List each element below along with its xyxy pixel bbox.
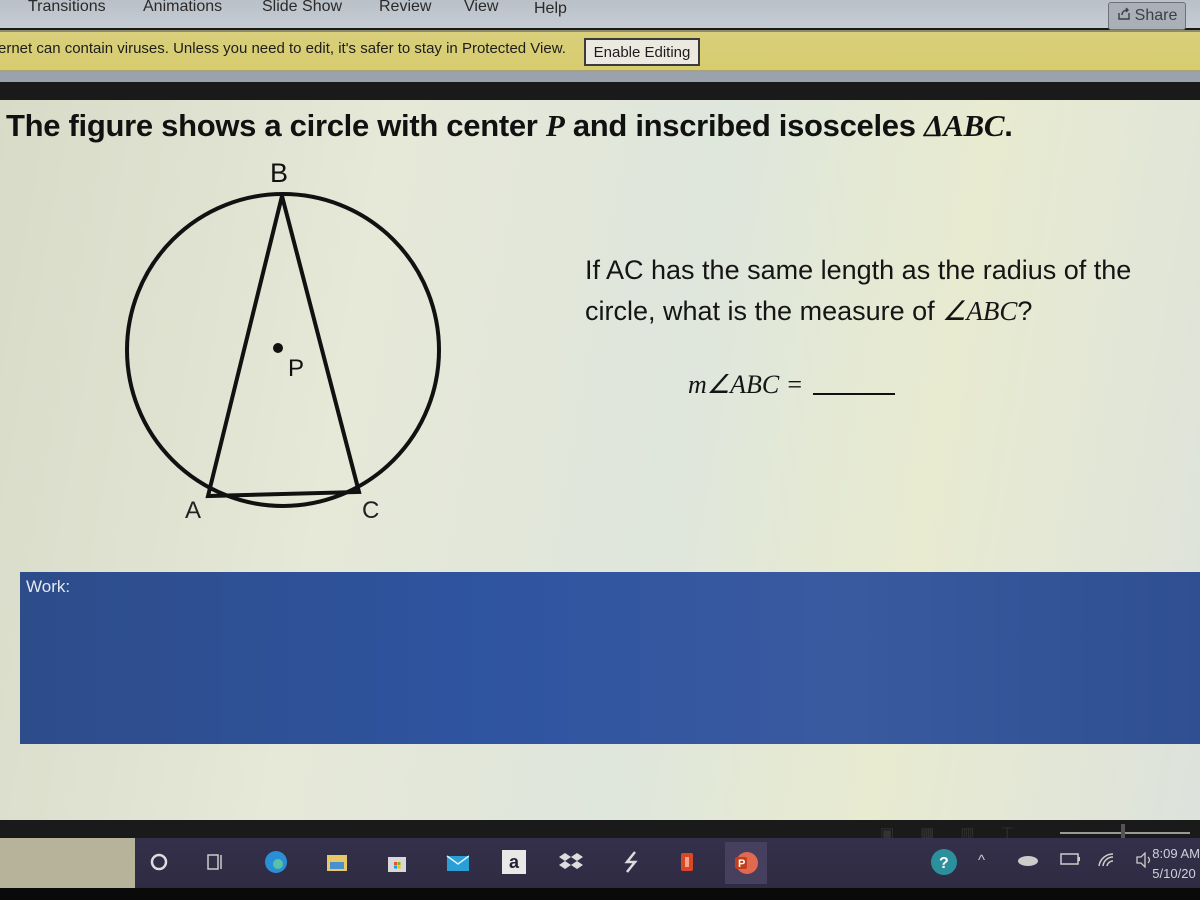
title-text-2: and inscribed isosceles xyxy=(564,108,925,143)
circle-triangle-figure: B P A C xyxy=(100,150,480,540)
clock-time: 8:09 AM xyxy=(1152,846,1200,861)
clock-date: 5/10/20 xyxy=(1152,866,1196,881)
taskbar: a P ? ^ 8:09 AM 5/10/20 xyxy=(135,838,1200,888)
share-button[interactable]: Share xyxy=(1108,2,1186,30)
powerpoint-glyph: P xyxy=(738,858,745,870)
chevron-up-icon[interactable]: ^ xyxy=(978,852,985,869)
label-a: A xyxy=(185,497,201,524)
task-view-icon[interactable] xyxy=(203,850,227,874)
dropbox-icon[interactable] xyxy=(559,850,583,874)
title-end: . xyxy=(1004,108,1013,143)
question-line-1: If AC has the same length as the radius … xyxy=(585,255,1132,285)
system-clock[interactable]: 8:09 AM 5/10/20 xyxy=(1152,844,1200,884)
tab-slide-show[interactable]: Slide Show xyxy=(262,0,342,16)
answer-label: m∠ABC = xyxy=(688,370,804,399)
ribbon-tabs: Transitions Animations Slide Show Review… xyxy=(0,0,1200,30)
work-label: Work: xyxy=(26,577,71,596)
zoom-slider[interactable] xyxy=(1060,832,1190,834)
powerpoint-icon[interactable]: P xyxy=(725,842,767,884)
question-end: ? xyxy=(1017,296,1033,326)
answer-line: m∠ABC = xyxy=(688,370,896,400)
wifi-icon[interactable] xyxy=(1097,852,1117,872)
title-triangle: ΔABC xyxy=(924,108,1005,143)
zoom-out-button[interactable]: - xyxy=(1063,823,1068,839)
battery-icon[interactable] xyxy=(1060,852,1082,870)
center-point-p xyxy=(273,343,283,353)
question-line-2-text: circle, what is the measure of xyxy=(585,296,943,326)
help-icon[interactable]: ? xyxy=(930,848,958,880)
triangle-abc xyxy=(205,195,362,499)
mail-icon[interactable] xyxy=(445,850,469,874)
edge-icon[interactable] xyxy=(263,850,287,874)
tab-view[interactable]: View xyxy=(464,0,498,16)
label-b: B xyxy=(270,158,288,188)
onedrive-icon[interactable] xyxy=(1017,852,1039,870)
enable-editing-button[interactable]: Enable Editing xyxy=(584,38,700,66)
label-p: P xyxy=(288,355,304,382)
svg-text:?: ? xyxy=(939,855,949,872)
amazon-icon[interactable]: a xyxy=(502,850,526,874)
question-angle: ∠ABC xyxy=(942,296,1018,326)
tab-review[interactable]: Review xyxy=(379,0,431,16)
question-text: If AC has the same length as the radius … xyxy=(585,250,1195,332)
title-text-1: The figure shows a circle with center xyxy=(6,108,546,143)
file-explorer-icon[interactable] xyxy=(325,850,349,874)
label-c: C xyxy=(362,497,379,524)
share-icon xyxy=(1117,7,1131,26)
share-label: Share xyxy=(1134,7,1178,24)
slide-canvas: The figure shows a circle with center P … xyxy=(0,100,1200,820)
tab-transitions[interactable]: Transitions xyxy=(28,0,106,16)
office-icon[interactable] xyxy=(675,850,699,874)
circle xyxy=(125,192,441,508)
protected-view-message: ernet can contain viruses. Unless you ne… xyxy=(0,40,566,57)
tab-animations[interactable]: Animations xyxy=(143,0,222,16)
answer-blank[interactable] xyxy=(813,392,896,395)
store-icon[interactable] xyxy=(385,850,409,874)
cortana-icon[interactable] xyxy=(147,850,171,874)
work-area[interactable]: Work: xyxy=(20,572,1200,744)
tab-help[interactable]: Help xyxy=(534,0,567,18)
screen-bezel xyxy=(0,888,1200,900)
lightning-app-icon[interactable] xyxy=(619,850,643,874)
toolbar-strip xyxy=(0,72,1200,82)
desktop-edge xyxy=(0,838,135,888)
protected-view-bar: ernet can contain viruses. Unless you ne… xyxy=(0,30,1200,72)
slide-title: The figure shows a circle with center P … xyxy=(6,108,1013,144)
title-var-p: P xyxy=(545,108,565,143)
question-line-2: circle, what is the measure of ∠ABC? xyxy=(585,291,1195,332)
